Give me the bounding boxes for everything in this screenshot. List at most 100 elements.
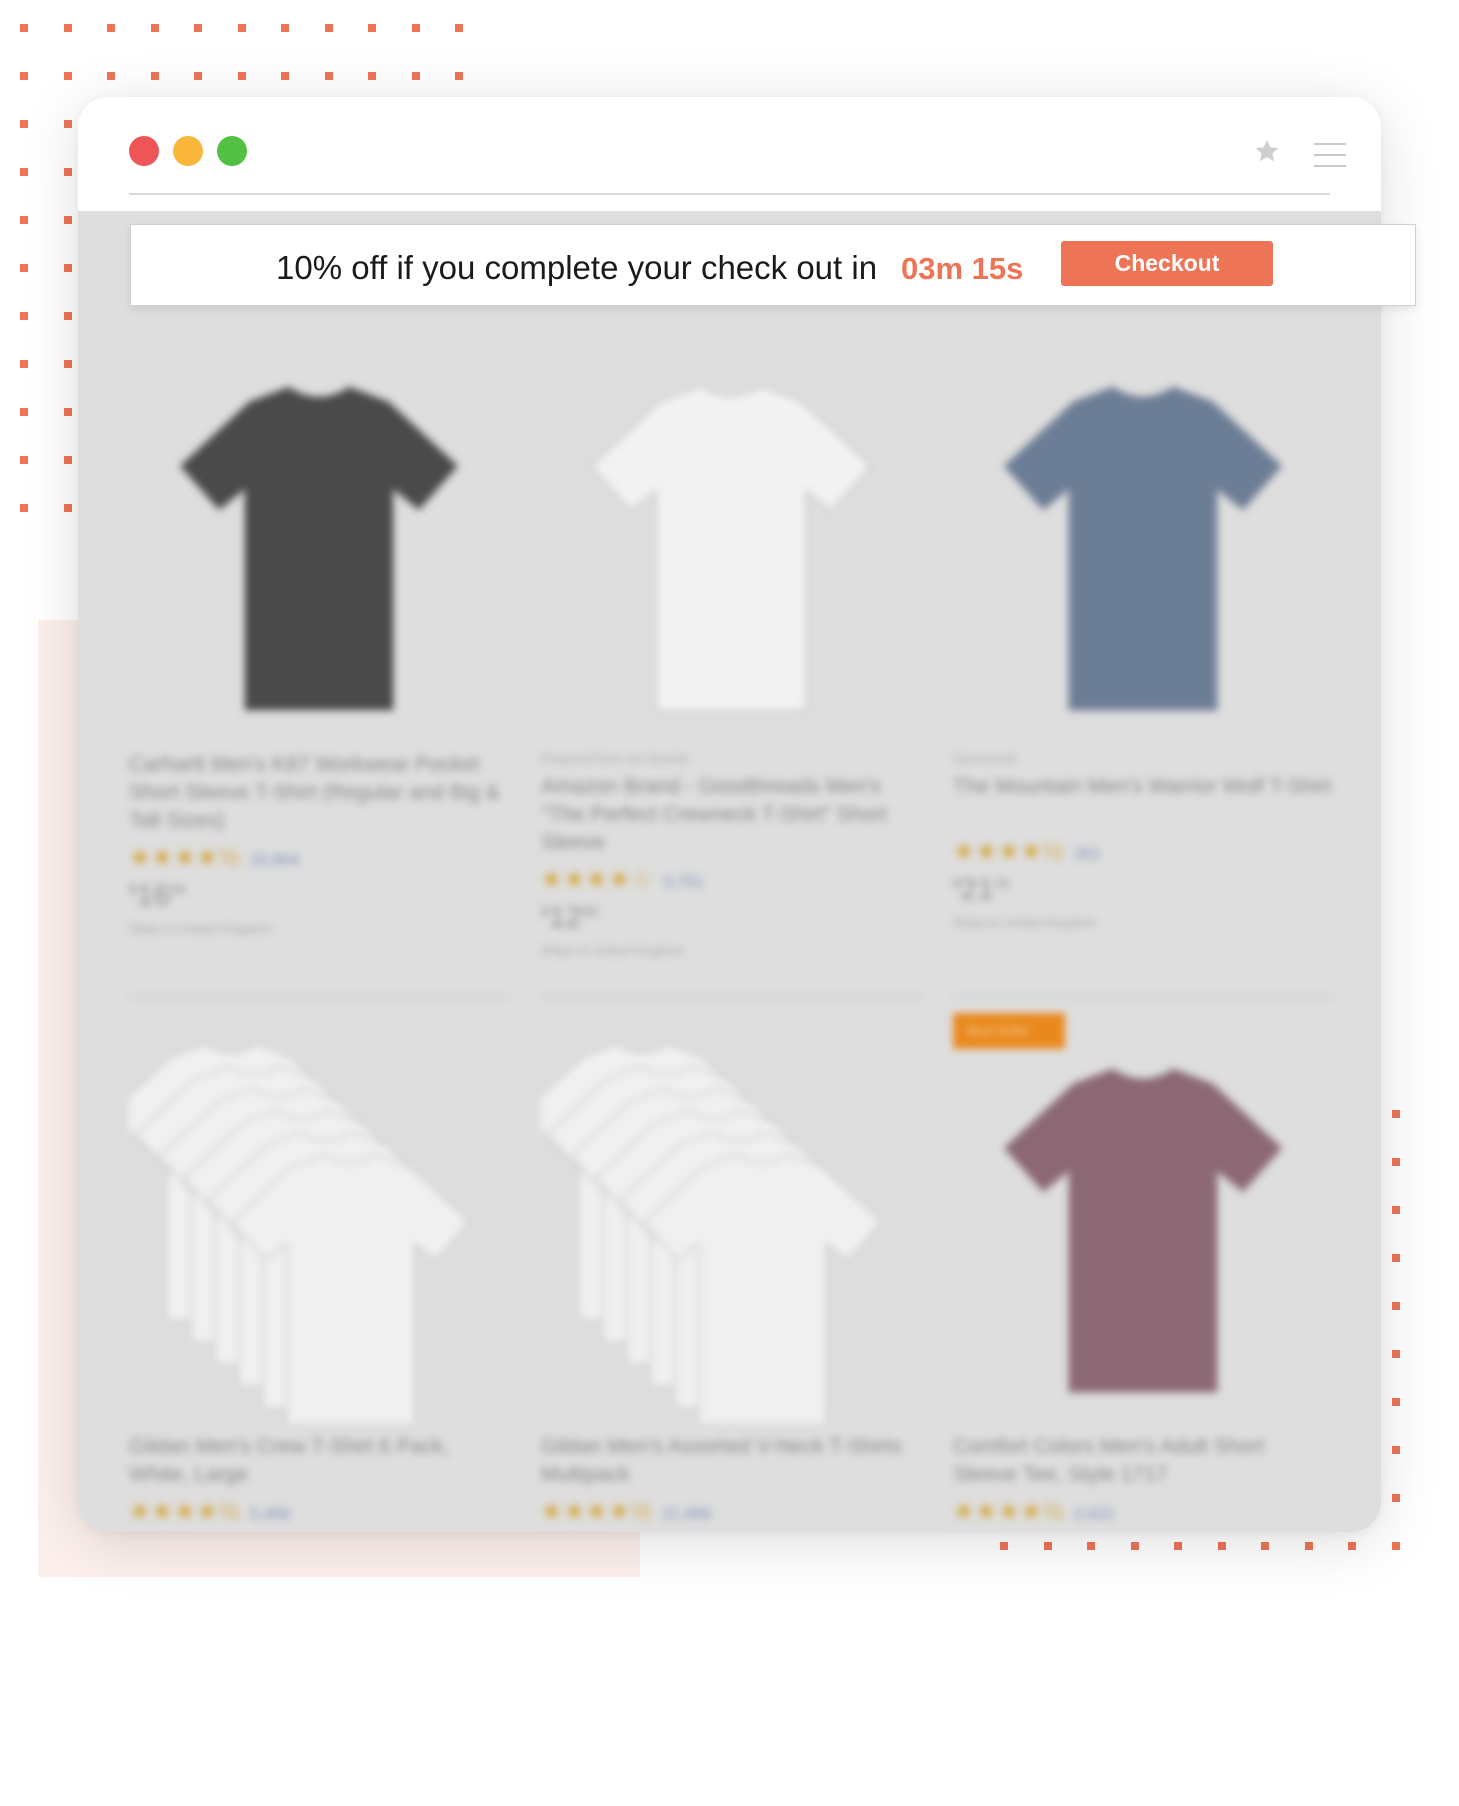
decorative-dot: [1348, 1542, 1356, 1550]
titlebar-divider: [129, 193, 1330, 195]
best-seller-badge: Best Seller: [953, 1013, 1065, 1049]
decorative-dot: [63, 24, 72, 32]
decorative-dot: [150, 72, 159, 80]
star-rating-icon: ★★★★½: [129, 1498, 241, 1525]
decorative-dot: [1391, 1158, 1400, 1166]
product-card[interactable]: Featured from our brands Amazon Brand - G…: [541, 361, 921, 981]
rating-count-link[interactable]: 20,804: [250, 852, 299, 869]
decorative-dot: [20, 312, 28, 320]
decorative-dot: [1000, 1542, 1008, 1550]
rating-count-link[interactable]: 21,989: [662, 1506, 711, 1523]
decorative-dot: [63, 504, 72, 512]
price-fraction: 60: [582, 903, 598, 919]
rating-stars[interactable]: ★★★★½ 20,804: [129, 843, 299, 872]
product-title-link[interactable]: Amazon Brand - Goodthreads Men's "The Pe…: [541, 773, 921, 857]
banner-message: 10% off if you complete your check out i…: [276, 249, 878, 286]
decorative-dot: [63, 72, 72, 80]
minimize-window-button[interactable]: [173, 136, 203, 166]
decorative-dot: [411, 72, 420, 80]
decorative-dot: [63, 120, 72, 128]
product-title-link[interactable]: Carhartt Men's K87 Workwear Pocket Short…: [129, 751, 509, 835]
rating-stars[interactable]: ★★★★½ 261: [953, 837, 1101, 866]
decorative-dot: [1087, 1542, 1095, 1550]
product-card[interactable]: Best Seller Comfort Colors Men's Adult Sh…: [953, 1013, 1333, 1532]
rating-stars[interactable]: ★★★★☆ 5,751: [541, 865, 704, 894]
decorative-dot: [1391, 1206, 1400, 1214]
countdown-timer: 03m 15s: [901, 251, 1024, 286]
decorative-dot: [20, 504, 28, 512]
decorative-dot: [20, 216, 28, 224]
rating-count-link[interactable]: 2,622: [1074, 1506, 1114, 1523]
browser-titlebar: [78, 97, 1381, 211]
product-title-link[interactable]: The Mountain Men's Warrior Wolf T-Shirt: [953, 773, 1333, 801]
star-rating-icon: ★★★★☆: [541, 866, 654, 893]
product-price: $1260: [541, 901, 598, 935]
product-image[interactable]: [129, 1043, 509, 1423]
product-image[interactable]: [953, 1043, 1333, 1423]
product-title-link[interactable]: Comfort Colors Men's Adult Short Sleeve …: [953, 1433, 1333, 1489]
star-rating-icon: ★★★★½: [129, 844, 241, 871]
decorative-dot: [237, 72, 246, 80]
decorative-dot: [281, 24, 289, 32]
product-card[interactable]: Carhartt Men's K87 Workwear Pocket Short…: [129, 361, 509, 981]
row-divider: [541, 996, 921, 998]
product-title-link[interactable]: Gildan Men's Crew T-Shirt 6 Pack, White,…: [129, 1433, 509, 1489]
sponsored-label: Featured from our brands: [541, 751, 689, 766]
decorative-dot: [194, 24, 202, 32]
decorative-dot: [63, 216, 72, 224]
price-whole: 21: [960, 873, 995, 906]
rating-count-link[interactable]: 5,751: [664, 874, 704, 891]
decorative-dot: [324, 72, 333, 80]
checkout-discount-banner: 10% off if you complete your check out i…: [130, 224, 1416, 306]
rating-stars[interactable]: ★★★★½ 5,468: [129, 1497, 290, 1526]
decorative-dot: [63, 456, 72, 464]
price-currency: $: [953, 875, 961, 891]
decorative-dot: [455, 24, 463, 32]
decorative-dot: [63, 312, 72, 320]
decorative-dot: [194, 72, 202, 80]
decorative-dot: [368, 72, 376, 80]
price-fraction: 99: [170, 881, 186, 897]
decorative-dot: [20, 264, 28, 272]
decorative-dot: [107, 72, 115, 80]
price-currency: $: [129, 881, 137, 897]
star-icon[interactable]: [1253, 137, 1281, 165]
decorative-dot: [20, 120, 28, 128]
decorative-dot: [63, 264, 72, 272]
product-image[interactable]: [541, 1043, 921, 1423]
decorative-dot: [63, 360, 72, 368]
rating-stars[interactable]: ★★★★½ 21,989: [541, 1497, 711, 1526]
rating-stars[interactable]: ★★★★½ 2,622: [953, 1497, 1114, 1526]
decorative-dot: [455, 72, 463, 80]
decorative-dot: [63, 408, 72, 416]
decorative-dot: [1391, 1446, 1400, 1454]
product-image[interactable]: [953, 361, 1333, 741]
decorative-dot: [1304, 1542, 1313, 1550]
decorative-dot: [20, 360, 28, 368]
checkout-button[interactable]: Checkout: [1061, 241, 1273, 286]
decorative-dot: [1391, 1254, 1400, 1262]
maximize-window-button[interactable]: [217, 136, 247, 166]
star-rating-icon: ★★★★½: [953, 1498, 1065, 1525]
decorative-dot: [411, 24, 420, 32]
product-card[interactable]: Gildan Men's Crew T-Shirt 6 Pack, White,…: [129, 1043, 509, 1532]
close-window-button[interactable]: [129, 136, 159, 166]
shipping-info: Ships to United Kingdom: [129, 921, 273, 936]
product-card[interactable]: Sponsored The Mountain Men's Warrior Wolf…: [953, 361, 1333, 981]
decorative-dot: [1391, 1302, 1400, 1310]
product-image[interactable]: [541, 361, 921, 741]
product-listing-page: Carhartt Men's K87 Workwear Pocket Short…: [78, 211, 1381, 1532]
product-card[interactable]: Gildan Men's Assorted V-Neck T-Shirts Mu…: [541, 1043, 921, 1532]
decorative-dot: [20, 24, 28, 32]
rating-count-link[interactable]: 261: [1074, 846, 1101, 863]
product-image[interactable]: [129, 361, 509, 741]
rating-count-link[interactable]: 5,468: [250, 1506, 290, 1523]
sponsored-label: Sponsored: [953, 751, 1016, 766]
decorative-dot: [237, 24, 246, 32]
menu-icon[interactable]: [1314, 143, 1346, 167]
star-rating-icon: ★★★★½: [541, 1498, 653, 1525]
shipping-info: Ships to United Kingdom: [953, 915, 1097, 930]
product-title-link[interactable]: Gildan Men's Assorted V-Neck T-Shirts Mu…: [541, 1433, 921, 1489]
decorative-dot: [20, 168, 28, 176]
decorative-dot: [281, 72, 289, 80]
